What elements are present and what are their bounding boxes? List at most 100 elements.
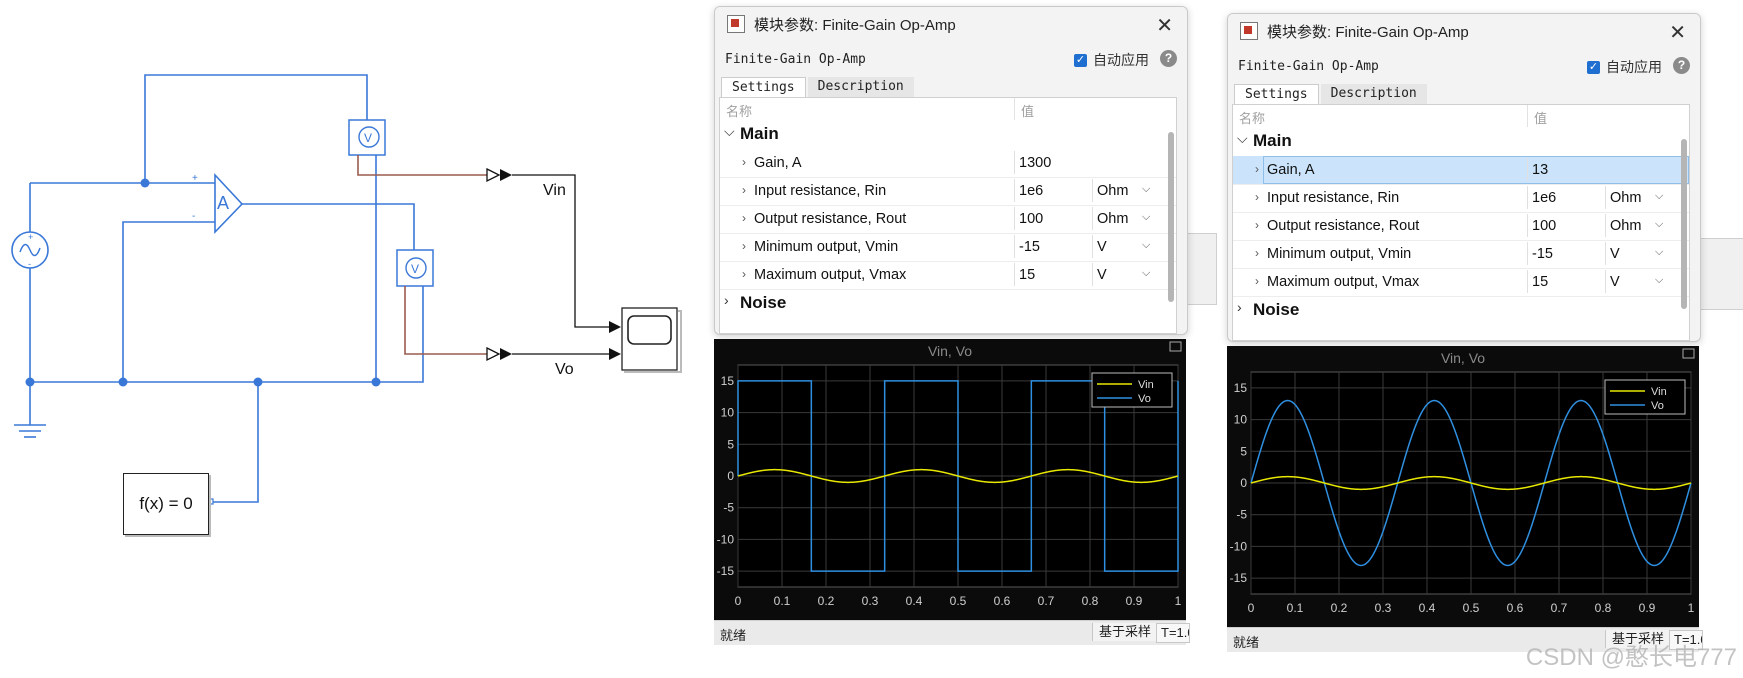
param-row-vmax[interactable]: › Maximum output, Vmax 15 V ⌵ (720, 261, 1176, 290)
chevron-right-icon: › (1255, 218, 1259, 232)
unit-select[interactable]: Ohm (1610, 190, 1641, 206)
param-value[interactable]: 1e6 (1532, 190, 1556, 206)
svg-text:A: A (217, 193, 229, 213)
group-main[interactable]: ⌵ Main (1233, 128, 1689, 156)
chevron-down-icon[interactable]: ⌵ (1655, 218, 1663, 231)
help-icon[interactable]: ? (1160, 50, 1177, 67)
x-tick-label: 0.4 (1419, 601, 1436, 615)
x-tick-label: 0.2 (1331, 601, 1348, 615)
sine-source-icon: + - (11, 231, 49, 269)
chevron-right-icon: › (1255, 246, 1259, 260)
chevron-down-icon[interactable]: ⌵ (1655, 190, 1663, 203)
group-noise[interactable]: › Noise (720, 290, 1176, 318)
chevron-down-icon[interactable]: ⌵ (1142, 239, 1150, 252)
signal-label-vo: Vo (555, 361, 574, 378)
unit-select[interactable]: V (1610, 274, 1620, 290)
param-row-gain[interactable]: › Gain, A 1300 (720, 149, 1176, 178)
auto-apply-checkbox[interactable]: ✓ 自动应用 (1074, 50, 1149, 70)
chevron-down-icon[interactable]: ⌵ (1655, 246, 1663, 259)
param-value[interactable]: -15 (1532, 246, 1553, 262)
auto-apply-checkbox[interactable]: ✓ 自动应用 (1587, 57, 1662, 77)
svg-text:-: - (192, 211, 195, 222)
vertical-scrollbar[interactable] (1681, 127, 1687, 320)
param-row-rout[interactable]: › Output resistance, Rout 100 Ohm ⌵ (1233, 212, 1689, 241)
scope-plot: Vin, Vo 0 0.1 0.2 0.3 0.4 0.5 0.6 0.7 0.8 0.9 1 15 10… (714, 339, 1186, 621)
chevron-down-icon[interactable]: ⌵ (1142, 183, 1150, 196)
voltage-sensor-vin: V (348, 119, 386, 156)
param-row-rin[interactable]: › Input resistance, Rin 1e6 Ohm ⌵ (720, 177, 1176, 206)
y-tick-label: 10 (721, 406, 735, 420)
svg-text:+: + (192, 173, 198, 184)
x-tick-label: 1 (1175, 594, 1182, 608)
auto-apply-label: 自动应用 (1606, 59, 1662, 75)
chevron-right-icon: › (742, 155, 746, 169)
voltage-sensor-vo: V (396, 249, 434, 287)
param-row-rout[interactable]: › Output resistance, Rout 100 Ohm ⌵ (720, 205, 1176, 234)
param-row-vmin[interactable]: › Minimum output, Vmin -15 V ⌵ (1233, 240, 1689, 269)
param-row-vmax[interactable]: › Maximum output, Vmax 15 V ⌵ (1233, 268, 1689, 297)
param-row-rin[interactable]: › Input resistance, Rin 1e6 Ohm ⌵ (1233, 184, 1689, 213)
param-row-vmin[interactable]: › Minimum output, Vmin -15 V ⌵ (720, 233, 1176, 262)
param-value[interactable]: 15 (1019, 267, 1035, 283)
unit-select[interactable]: V (1097, 267, 1107, 283)
circuit-diagram: + - A + - V V (11, 74, 682, 505)
x-tick-label: 0.6 (994, 594, 1011, 608)
param-value[interactable]: 100 (1019, 211, 1043, 227)
solver-configuration-block[interactable]: f(x) = 0 (123, 473, 209, 535)
chevron-right-icon: › (742, 239, 746, 253)
help-icon[interactable]: ? (1673, 57, 1690, 74)
unit-select[interactable]: V (1610, 246, 1620, 262)
param-value[interactable]: 13 (1532, 162, 1548, 178)
x-tick-label: 0.3 (862, 594, 879, 608)
legend (1091, 372, 1173, 408)
legend-label: Vo (1651, 400, 1664, 412)
tab-description[interactable]: Description (1320, 84, 1427, 104)
close-icon[interactable]: ✕ (1669, 20, 1686, 45)
chevron-right-icon: › (1237, 299, 1242, 315)
junction-node (140, 178, 150, 188)
x-tick-label: 0.6 (1507, 601, 1524, 615)
x-tick-label: 0.5 (1463, 601, 1480, 615)
unit-select[interactable]: Ohm (1097, 183, 1128, 199)
status-ready: 就绪 (720, 628, 747, 643)
group-main[interactable]: ⌵ Main (720, 121, 1176, 149)
x-tick-label: 1 (1688, 601, 1695, 615)
status-sample-based: 基于采样 (1092, 623, 1159, 641)
tab-description[interactable]: Description (807, 77, 914, 97)
checkbox-checked-icon: ✓ (1074, 53, 1087, 67)
status-ready: 就绪 (1233, 635, 1260, 650)
chevron-down-icon[interactable]: ⌵ (1655, 274, 1663, 287)
param-value[interactable]: 100 (1532, 218, 1556, 234)
column-header-value: 值 (1534, 111, 1548, 126)
close-icon[interactable]: ✕ (1156, 13, 1173, 38)
param-row-gain[interactable]: › Gain, A 13 (1233, 156, 1689, 185)
group-noise[interactable]: › Noise (1233, 297, 1689, 325)
param-value[interactable]: -15 (1019, 239, 1040, 255)
svg-text:V: V (364, 131, 372, 145)
y-tick-label: -5 (723, 501, 734, 515)
unit-select[interactable]: Ohm (1610, 218, 1641, 234)
ps-simulink-converter-vo (486, 346, 512, 362)
vertical-scrollbar[interactable] (1168, 120, 1174, 313)
param-value[interactable]: 1e6 (1019, 183, 1043, 199)
scope-window: Vin, Vo 0 0.1 0.2 0.3 0.4 0.5 0.6 0.7 0.8 0.9 1 15 10… (1227, 346, 1703, 652)
x-tick-label: 0.1 (774, 594, 791, 608)
chevron-down-icon: ⌵ (724, 123, 735, 139)
tab-settings[interactable]: Settings (721, 77, 806, 97)
chevron-right-icon: › (724, 292, 729, 308)
chevron-right-icon: › (742, 267, 746, 281)
unit-select[interactable]: V (1097, 239, 1107, 255)
x-tick-label: 0.7 (1551, 601, 1568, 615)
param-value[interactable]: 1300 (1019, 155, 1051, 171)
y-tick-label: -15 (1230, 571, 1248, 585)
block-parameters-dialog: 模块参数: Finite-Gain Op-Amp ✕ Finite-Gain O… (714, 6, 1188, 335)
unit-select[interactable]: Ohm (1097, 211, 1128, 227)
chevron-down-icon[interactable]: ⌵ (1142, 267, 1150, 280)
chart-title: Vin, Vo (1441, 350, 1485, 366)
parameter-table: 名称 值 ⌵ Main › Gain, A 1300 › Input resis… (719, 97, 1177, 334)
chevron-down-icon[interactable]: ⌵ (1142, 211, 1150, 224)
tab-settings[interactable]: Settings (1234, 84, 1319, 104)
x-tick-label: 0.7 (1038, 594, 1055, 608)
y-tick-label: -10 (1230, 539, 1248, 553)
param-value[interactable]: 15 (1532, 274, 1548, 290)
